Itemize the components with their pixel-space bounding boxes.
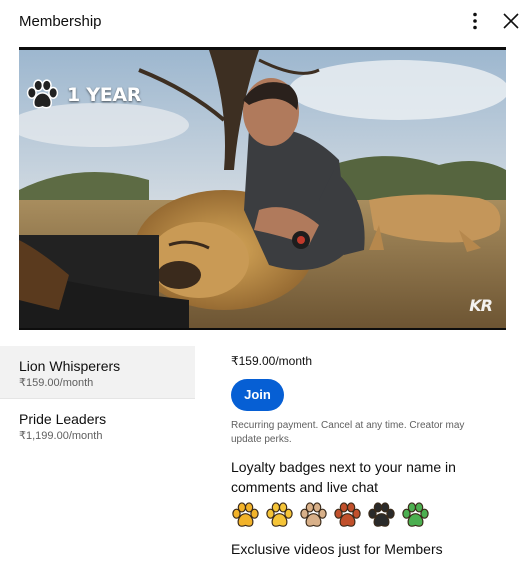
selected-tier-price: ₹159.00/month — [231, 354, 313, 368]
tier-details: ₹159.00/month Join Recurring payment. Ca… — [231, 354, 521, 559]
badge-duration-label: 1 YEAR — [67, 84, 142, 106]
recurring-payment-note: Recurring payment. Cancel at any time. C… — [231, 420, 465, 445]
perk-exclusive-videos: Exclusive videos just for Members — [231, 541, 443, 557]
close-icon — [503, 13, 519, 29]
paw-badge-icon — [402, 502, 429, 527]
more-vert-icon — [473, 12, 477, 30]
tier-list: Lion Whisperers ₹159.00/month Pride Lead… — [0, 346, 195, 452]
paw-badge-icon — [232, 502, 259, 527]
close-button[interactable] — [500, 10, 522, 32]
loyalty-badge-overlay: 1 YEAR — [25, 79, 141, 111]
paw-badge-icon — [334, 502, 361, 527]
tier-item-pride-leaders[interactable]: Pride Leaders ₹1,199.00/month — [0, 399, 195, 452]
paw-badge-icon — [266, 502, 293, 527]
channel-watermark: KR — [469, 296, 493, 315]
paw-badge-icon — [300, 502, 327, 527]
perk-loyalty-badges: Loyalty badges next to your name in comm… — [231, 459, 456, 495]
tier-price: ₹1,199.00/month — [19, 430, 103, 442]
more-options-button[interactable] — [464, 10, 486, 32]
paw-badge-icon — [368, 502, 395, 527]
dialog-header: Membership — [0, 0, 527, 42]
join-button[interactable]: Join — [231, 379, 284, 411]
perk-video-preview[interactable]: 1 YEAR KR — [19, 47, 506, 330]
tier-price: ₹159.00/month — [19, 377, 94, 389]
dialog-title: Membership — [19, 13, 102, 30]
tier-item-lion-whisperers[interactable]: Lion Whisperers ₹159.00/month — [0, 346, 195, 399]
paw-icon — [26, 79, 59, 109]
loyalty-badge-row — [231, 502, 521, 529]
tier-name: Pride Leaders — [19, 411, 107, 427]
tier-name: Lion Whisperers — [19, 358, 121, 374]
